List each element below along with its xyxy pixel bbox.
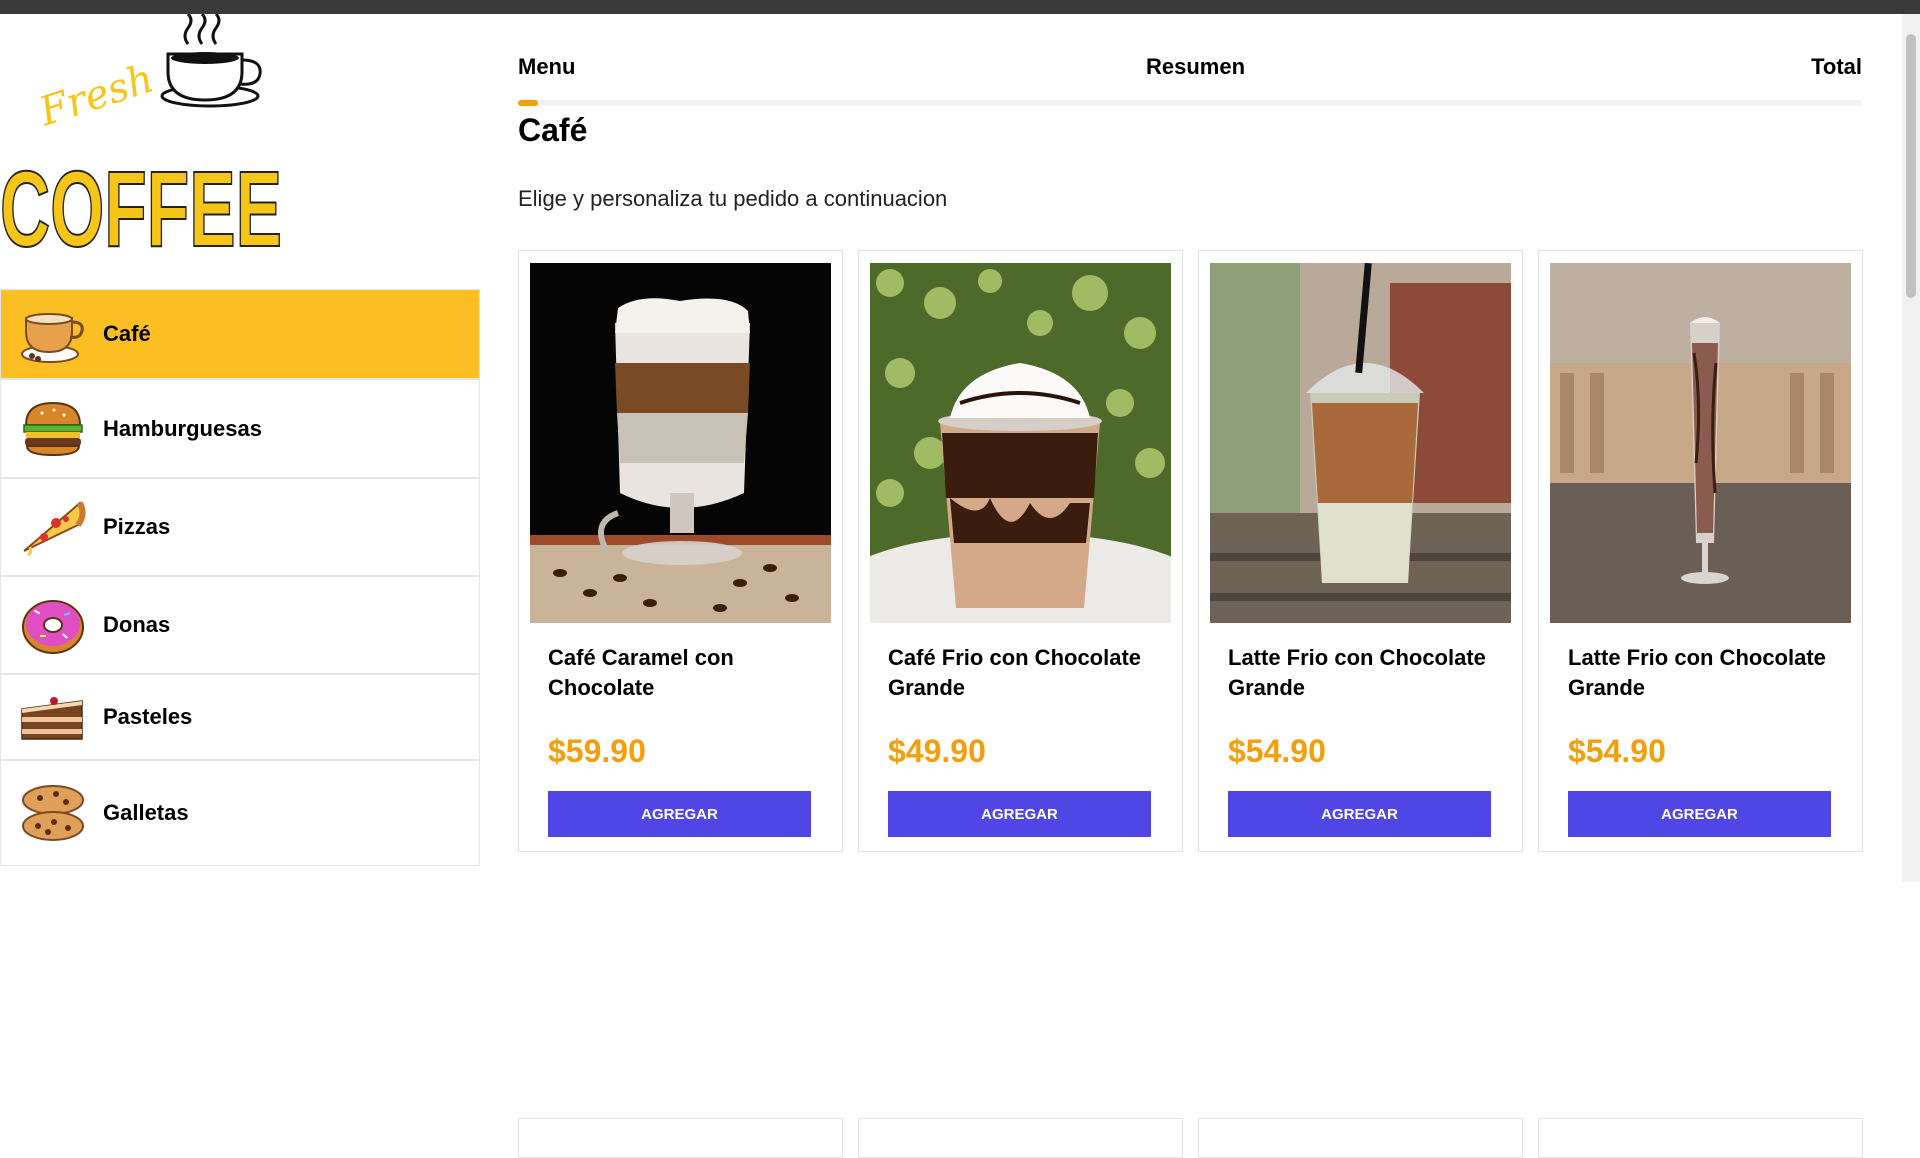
product-card-next-row	[858, 1118, 1183, 1158]
main-content: Menu Resumen Total Café Elige y personal…	[518, 14, 1863, 1158]
page-scrollbar[interactable]	[1902, 14, 1920, 882]
fresh-coffee-logo: Fresh COFFEE	[0, 12, 300, 270]
category-label: Galletas	[103, 800, 189, 825]
product-name: Latte Frio con Chocolate Grande	[1568, 645, 1826, 700]
cake-icon	[19, 683, 87, 751]
product-name: Café Caramel con Chocolate	[548, 645, 734, 700]
product-card-next-row	[518, 1118, 843, 1158]
category-label: Café	[103, 321, 151, 346]
product-price: $54.90	[1228, 733, 1326, 769]
section-title: Café	[518, 112, 588, 148]
add-to-order-button[interactable]: Agregar	[1228, 791, 1491, 837]
logo-text-coffee: COFFEE	[0, 148, 282, 264]
cookies-icon	[19, 779, 87, 847]
product-card-next-row	[1198, 1118, 1523, 1158]
category-label: Hamburguesas	[103, 415, 262, 441]
category-item-donas[interactable]: Donas	[0, 576, 480, 674]
pizza-icon	[19, 493, 87, 561]
category-label: Donas	[103, 612, 171, 637]
add-to-order-button[interactable]: Agregar	[888, 791, 1151, 837]
product-card: Café Frio con Chocolate Grande $49.90 Ag…	[858, 250, 1183, 852]
product-name: Latte Frio con Chocolate Grande	[1228, 645, 1486, 700]
category-label: Pasteles	[103, 704, 193, 729]
scrollbar-thumb[interactable]	[1906, 34, 1916, 298]
product-card-next-row	[1538, 1118, 1863, 1158]
progress-bar	[518, 100, 1862, 106]
burger-icon	[19, 395, 87, 463]
add-to-order-button[interactable]: Agregar	[548, 791, 811, 837]
category-item-pasteles[interactable]: Pasteles	[0, 674, 480, 760]
product-card: Café Caramel con Chocolate $59.90 Agrega…	[518, 250, 843, 852]
browser-top-bar	[0, 0, 1920, 14]
category-item-hamburguesas[interactable]: Hamburguesas	[0, 379, 480, 478]
donut-icon	[19, 591, 87, 659]
product-price: $54.90	[1568, 733, 1666, 769]
category-label: Pizzas	[103, 514, 171, 539]
product-card: Latte Frio con Chocolate Grande $54.90 A…	[1198, 250, 1523, 852]
step-navigation: Menu Resumen Total	[518, 14, 1862, 84]
category-list: Café Hamburguesas Pizzas Donas Pasteles …	[0, 289, 480, 866]
product-image	[1550, 263, 1851, 623]
sidebar: Fresh COFFEE Café Hamburguesas Pizzas Do…	[0, 12, 480, 882]
step-total[interactable]: Total	[1811, 54, 1862, 80]
product-image	[1210, 263, 1511, 623]
step-menu[interactable]: Menu	[518, 54, 575, 80]
add-to-order-button[interactable]: Agregar	[1568, 791, 1831, 837]
section-subtitle: Elige y personaliza tu pedido a continua…	[518, 186, 948, 211]
category-item-pizzas[interactable]: Pizzas	[0, 478, 480, 576]
product-price: $59.90	[548, 733, 646, 769]
product-name: Café Frio con Chocolate Grande	[888, 645, 1142, 700]
product-image	[530, 263, 831, 623]
category-item-cafe[interactable]: Café	[0, 289, 480, 379]
logo-text-fresh: Fresh	[33, 56, 159, 136]
step-resumen[interactable]: Resumen	[1146, 54, 1245, 80]
coffee-cup-icon	[19, 300, 87, 368]
product-price: $49.90	[888, 733, 986, 769]
product-card: Latte Frio con Chocolate Grande $54.90 A…	[1538, 250, 1863, 852]
product-image	[870, 263, 1171, 623]
category-item-galletas[interactable]: Galletas	[0, 760, 480, 866]
progress-bar-fill	[518, 100, 539, 106]
